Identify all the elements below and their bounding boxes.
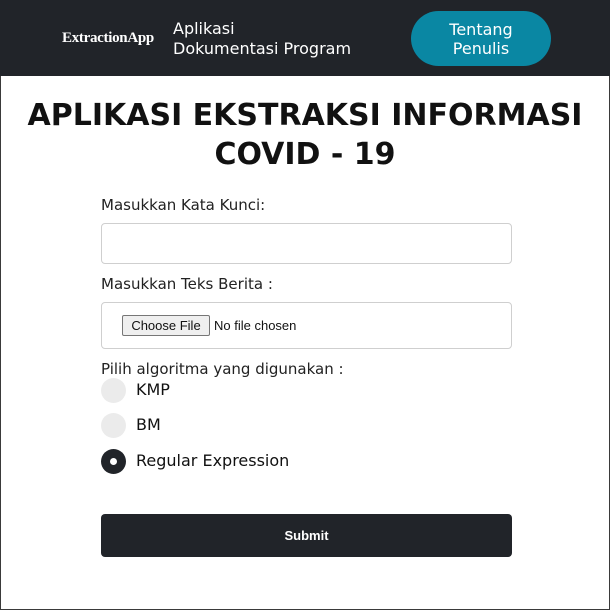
submit-button[interactable]: Submit (101, 514, 512, 557)
file-input[interactable]: Choose File No file chosen (101, 302, 512, 349)
nav-title-line2: Dokumentasi Program (173, 39, 352, 58)
keyword-label: Masukkan Kata Kunci: (101, 196, 266, 214)
file-status: No file chosen (214, 318, 297, 333)
radio-label-kmp: KMP (136, 380, 170, 399)
radio-regex[interactable] (101, 449, 126, 474)
radio-bm[interactable] (101, 413, 126, 438)
brand-logo[interactable]: ExtractionApp (62, 30, 154, 47)
algorithm-label: Pilih algoritma yang digunakan : (101, 360, 344, 378)
news-text-label: Masukkan Teks Berita : (101, 275, 273, 293)
keyword-input[interactable] (101, 223, 512, 264)
nav-title-line1: Aplikasi (173, 19, 235, 38)
navbar: ExtractionApp Aplikasi Dokumentasi Progr… (0, 0, 610, 76)
radio-kmp[interactable] (101, 378, 126, 403)
radio-label-regex: Regular Expression (136, 451, 290, 470)
radio-label-bm: BM (136, 415, 161, 434)
about-author-button[interactable]: Tentang Penulis (411, 11, 551, 66)
page-title: APLIKASI EKSTRAKSI INFORMASI COVID - 19 (27, 98, 583, 172)
nav-link-documentation[interactable]: Aplikasi Dokumentasi Program (173, 19, 351, 59)
choose-file-button[interactable]: Choose File (122, 315, 210, 336)
